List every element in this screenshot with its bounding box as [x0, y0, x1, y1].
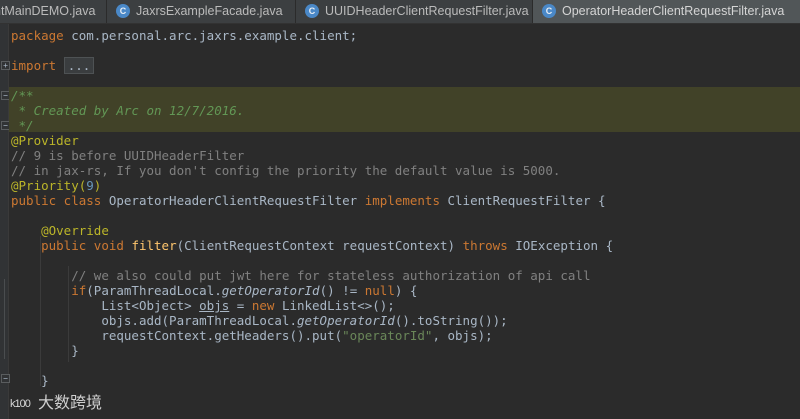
tab-jaxrs-example-facade[interactable]: C JaxrsExampleFacade.java: [107, 0, 296, 23]
code-line-comment-3[interactable]: // we also could put jwt here for statel…: [11, 268, 591, 283]
class-name: OperatorHeaderClientRequestFilter: [101, 193, 365, 208]
code-line-objs-add[interactable]: objs.add(ParamThreadLocal.getOperatorId(…: [11, 313, 508, 328]
number-literal: 9: [86, 178, 94, 193]
code-line-method-decl[interactable]: public void filter(ClientRequestContext …: [11, 238, 613, 253]
line-comment: // we also could put jwt here for statel…: [71, 268, 591, 283]
variable-name: objs: [199, 298, 230, 313]
code-line-package[interactable]: package com.personal.arc.jaxrs.example.c…: [11, 28, 357, 43]
interface-name: ClientRequestFilter {: [439, 193, 606, 208]
import-fold-placeholder[interactable]: ...: [63, 57, 95, 74]
code-line-doc-open[interactable]: /**: [11, 88, 34, 103]
tab-label: OperatorHeaderClientRequestFilter.java: [562, 4, 785, 18]
brace: }: [41, 373, 49, 388]
editor-tab-bar: ntMainDEMO.java C JaxrsExampleFacade.jav…: [0, 0, 800, 24]
code-line-override[interactable]: @Override: [11, 223, 109, 238]
keyword: public void: [41, 238, 124, 253]
java-class-icon: C: [542, 4, 556, 18]
doc-comment: /**: [11, 88, 34, 103]
code-line-class-decl[interactable]: public class OperatorHeaderClientRequest…: [11, 193, 606, 208]
keyword: throws: [462, 238, 508, 253]
code-line-doc-body[interactable]: * Created by Arc on 12/7/2016.: [11, 103, 245, 118]
annotation: @Priority(: [11, 178, 87, 193]
code-line-if-close[interactable]: }: [11, 343, 79, 358]
code-line-priority[interactable]: @Priority(9): [11, 178, 101, 193]
code-line-provider[interactable]: @Provider: [11, 133, 79, 148]
java-class-icon: C: [305, 4, 319, 18]
keyword: implements: [364, 193, 440, 208]
fold-guide-line: [4, 279, 5, 359]
code-line-if[interactable]: if(ParamThreadLocal.getOperatorId() != n…: [11, 283, 417, 298]
keyword: null: [364, 283, 395, 298]
line-comment: // in jax-rs, If you don't config the pr…: [11, 163, 561, 178]
code-line-method-close[interactable]: }: [11, 373, 49, 388]
brace: }: [71, 343, 79, 358]
code-line-import[interactable]: import ...: [11, 57, 95, 74]
tab-label: UUIDHeaderClientRequestFilter.java: [325, 4, 529, 18]
watermark-text: 大数跨境: [38, 395, 103, 412]
annotation: @Override: [41, 223, 109, 238]
tab-operator-header-filter[interactable]: C OperatorHeaderClientRequestFilter.java: [533, 0, 800, 23]
code-text: ().toString());: [394, 313, 508, 328]
annotation: ): [93, 178, 102, 193]
method-name: filter: [131, 238, 177, 253]
static-call: getOperatorId: [296, 313, 395, 328]
code-line-comment-1[interactable]: // 9 is before UUIDHeaderFilter: [11, 148, 244, 163]
fold-collapse-icon[interactable]: −: [1, 374, 10, 383]
code-line-headers-put[interactable]: requestContext.getHeaders().put("operato…: [11, 328, 493, 343]
java-class-icon: C: [116, 4, 130, 18]
code-text: LinkedList<>();: [274, 298, 395, 313]
doc-comment: */: [11, 118, 34, 133]
doc-comment: * Created by Arc on 12/7/2016.: [11, 103, 245, 118]
code-text: =: [229, 298, 252, 313]
keyword: new: [251, 298, 275, 313]
keyword: public class: [11, 193, 102, 208]
code-text: () !=: [319, 283, 365, 298]
code-text: (ParamThreadLocal.: [86, 283, 222, 298]
code-text: List<Object>: [101, 298, 200, 313]
code-text: requestContext.getHeaders().put(: [101, 328, 343, 343]
code-text: ) {: [394, 283, 418, 298]
static-call: getOperatorId: [221, 283, 320, 298]
editor-gutter: + − − −: [0, 24, 10, 419]
keyword: if: [71, 283, 87, 298]
fold-expand-icon[interactable]: +: [1, 61, 10, 70]
watermark-logo: k100: [10, 398, 31, 410]
package-name: com.personal.arc.jaxrs.example.client;: [63, 28, 358, 43]
method-params: (ClientRequestContext requestContext): [176, 238, 463, 253]
code-text: , objs);: [432, 328, 493, 343]
line-comment: // 9 is before UUIDHeaderFilter: [11, 148, 245, 163]
string-literal: "operatorId": [342, 328, 433, 343]
tab-label: ntMainDEMO.java: [0, 4, 96, 18]
code-text: objs.add(ParamThreadLocal.: [101, 313, 297, 328]
method-tail: IOException {: [507, 238, 614, 253]
tab-main-demo[interactable]: ntMainDEMO.java: [0, 0, 107, 23]
code-line-list-decl[interactable]: List<Object> objs = new LinkedList<>();: [11, 298, 395, 313]
code-line-comment-2[interactable]: // in jax-rs, If you don't config the pr…: [11, 163, 560, 178]
tab-label: JaxrsExampleFacade.java: [136, 4, 283, 18]
code-line-doc-close[interactable]: */: [11, 118, 34, 133]
keyword: package: [11, 28, 64, 43]
annotation: @Provider: [11, 133, 79, 148]
keyword: import: [11, 58, 57, 73]
tab-uuid-header-filter[interactable]: C UUIDHeaderClientRequestFilter.java: [296, 0, 533, 23]
